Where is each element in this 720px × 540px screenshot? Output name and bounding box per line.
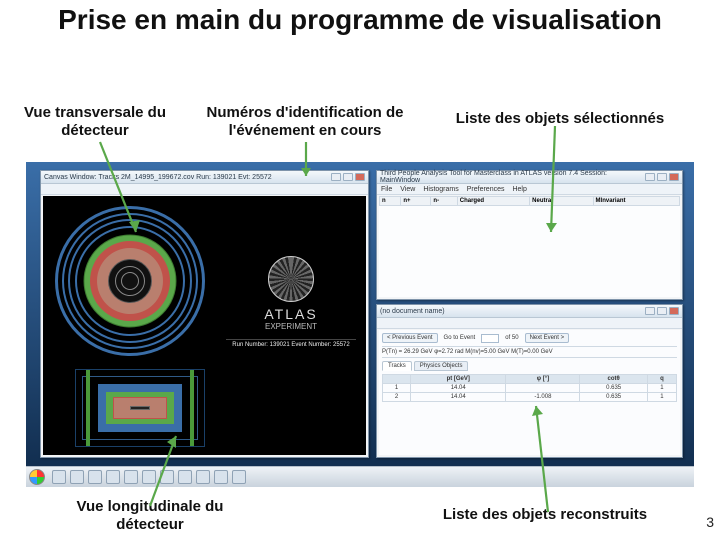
taskbar-icon[interactable] xyxy=(70,470,84,484)
taskbar-icon[interactable] xyxy=(142,470,156,484)
label-reconstructed: Liste des objets reconstruits xyxy=(430,506,660,524)
next-event-button[interactable]: Next Event > xyxy=(525,333,570,343)
browser-content: n n+ n- Charged Neutral MInvariant xyxy=(379,196,680,297)
longitudinal-view xyxy=(75,369,205,447)
th-q: q xyxy=(647,375,676,384)
menu-preferences[interactable]: Preferences xyxy=(467,186,505,193)
taskbar-icon[interactable] xyxy=(106,470,120,484)
canvas-window: Canvas Window: Tracks 2M_14995_199672.co… xyxy=(40,170,369,458)
col-nm: n- xyxy=(431,197,457,206)
of-label: of 50 xyxy=(505,335,518,341)
taskbar-icon[interactable] xyxy=(124,470,138,484)
col-n: n xyxy=(380,197,401,206)
canvas-content: ATLAS EXPERIMENT Run Number: 139021 Even… xyxy=(43,196,366,455)
atlas-logo-icon xyxy=(268,256,314,302)
menu-file[interactable]: File xyxy=(381,186,392,193)
tab-physics[interactable]: Physics Objects xyxy=(414,361,469,371)
taskbar-icon[interactable] xyxy=(52,470,66,484)
event-summary: P(Tn) = 26.29 GeV φ=2.72 rad M(nv)=5.00 … xyxy=(382,346,677,358)
canvas-menubar xyxy=(41,184,368,195)
menu-view[interactable]: View xyxy=(400,186,415,193)
taskbar-icon[interactable] xyxy=(178,470,192,484)
th-idx xyxy=(383,375,411,384)
taskbar-icon[interactable] xyxy=(232,470,246,484)
window-controls xyxy=(645,307,679,315)
browser-window: Third People Analysis Tool for Mastercla… xyxy=(376,170,683,300)
transverse-view xyxy=(51,202,209,360)
taskbar-icon[interactable] xyxy=(214,470,228,484)
col-minv: MInvariant xyxy=(593,197,679,206)
taskbar-icon[interactable] xyxy=(160,470,174,484)
atlas-subtext: EXPERIMENT xyxy=(226,322,356,331)
atlas-logo: ATLAS EXPERIMENT Run Number: 139021 Even… xyxy=(226,256,356,348)
start-button-icon[interactable] xyxy=(29,469,45,485)
event-nav-row: < Previous Event Go to Event of 50 Next … xyxy=(382,333,677,343)
browser-title-text: Third People Analysis Tool for Mastercla… xyxy=(380,170,645,184)
canvas-title-text: Canvas Window: Tracks 2M_14995_199672.co… xyxy=(44,174,272,181)
atlas-text: ATLAS xyxy=(226,306,356,322)
data-toolbar xyxy=(377,318,682,329)
data-titlebar: (no document name) xyxy=(377,305,682,318)
taskbar xyxy=(26,466,694,487)
browser-menubar: File View Histograms Preferences Help xyxy=(377,184,682,195)
prev-event-button[interactable]: < Previous Event xyxy=(382,333,438,343)
page-number: 3 xyxy=(706,514,714,530)
taskbar-icon[interactable] xyxy=(196,470,210,484)
data-content: < Previous Event Go to Event of 50 Next … xyxy=(379,330,680,455)
col-np: n+ xyxy=(401,197,431,206)
col-neutral: Neutral xyxy=(530,197,593,206)
taskbar-icon[interactable] xyxy=(88,470,102,484)
table-row: 1 14.04 0.635 1 xyxy=(383,384,677,393)
data-window: (no document name) < Previous Event Go t… xyxy=(376,304,683,458)
label-selected: Liste des objets sélectionnés xyxy=(430,110,690,128)
label-transverse: Vue transversale du détecteur xyxy=(10,104,180,140)
browser-titlebar: Third People Analysis Tool for Mastercla… xyxy=(377,171,682,184)
goto-event-input[interactable] xyxy=(481,334,499,343)
th-phi: φ [°] xyxy=(506,375,580,384)
label-event-id: Numéros d'identification de l'événement … xyxy=(200,104,410,140)
data-title-text: (no document name) xyxy=(380,308,445,315)
canvas-titlebar: Canvas Window: Tracks 2M_14995_199672.co… xyxy=(41,171,368,184)
tracks-table: pt [GeV] φ [°] cotθ q 1 14.04 0.635 1 2 xyxy=(382,374,677,402)
slide-title: Prise en main du programme de visualisat… xyxy=(0,4,720,36)
col-charged: Charged xyxy=(457,197,529,206)
tab-tracks[interactable]: Tracks xyxy=(382,361,412,371)
goto-event-label: Go to Event xyxy=(444,335,476,341)
window-controls xyxy=(331,173,365,181)
menu-histograms[interactable]: Histograms xyxy=(423,186,458,193)
th-pt: pt [GeV] xyxy=(411,375,506,384)
window-controls xyxy=(645,173,679,181)
label-longitudinal: Vue longitudinale du détecteur xyxy=(60,498,240,534)
atlas-run-text: Run Number: 139021 Event Number: 25572 xyxy=(226,339,356,348)
table-row: 2 14.04 -1.008 0.635 1 xyxy=(383,393,677,402)
menu-help[interactable]: Help xyxy=(512,186,526,193)
slide: Prise en main du programme de visualisat… xyxy=(0,0,720,540)
data-tabs: Tracks Physics Objects xyxy=(382,361,677,371)
th-cot: cotθ xyxy=(580,375,647,384)
table-header-row: pt [GeV] φ [°] cotθ q xyxy=(383,375,677,384)
selection-table: n n+ n- Charged Neutral MInvariant xyxy=(379,196,680,206)
screenshot-desktop: Canvas Window: Tracks 2M_14995_199672.co… xyxy=(26,162,694,487)
